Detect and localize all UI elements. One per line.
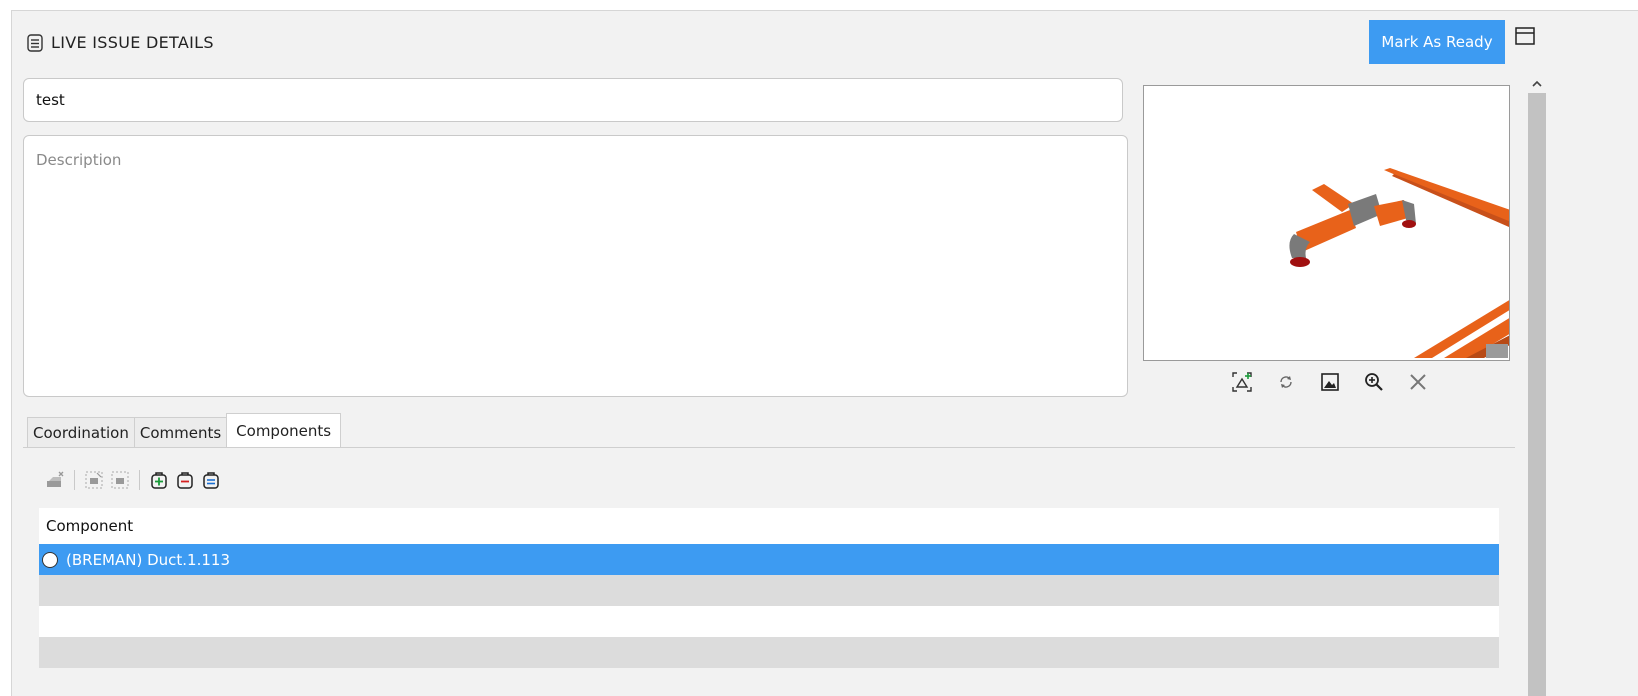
scrollbar-thumb[interactable] xyxy=(1528,93,1546,696)
components-toolbar xyxy=(45,470,221,490)
replace-component-icon[interactable] xyxy=(201,470,221,490)
image-icon[interactable] xyxy=(1319,371,1341,393)
empty-table-row xyxy=(39,637,1499,668)
viewpoint-preview-image[interactable] xyxy=(1143,85,1510,361)
table-row[interactable]: (BREMAN) Duct.1.113 xyxy=(39,544,1499,575)
tab-components[interactable]: Components xyxy=(226,413,342,448)
empty-table-row xyxy=(39,575,1499,606)
tab-coordination[interactable]: Coordination xyxy=(27,417,135,448)
toolbar-divider xyxy=(74,470,75,490)
close-icon[interactable] xyxy=(1407,371,1429,393)
components-tab-panel: Component (BREMAN) Duct.1.113 xyxy=(23,447,1515,696)
row-radio-button[interactable] xyxy=(42,551,58,568)
tab-comments[interactable]: Comments xyxy=(133,417,228,448)
toolbar-divider xyxy=(139,470,140,490)
panel-header: LIVE ISSUE DETAILS xyxy=(27,33,214,52)
remove-from-set-icon[interactable] xyxy=(175,470,195,490)
vertical-scrollbar[interactable] xyxy=(1524,71,1550,696)
issue-title-input[interactable] xyxy=(23,78,1123,122)
issue-list-icon xyxy=(27,33,43,52)
add-component-icon[interactable] xyxy=(149,470,169,490)
components-table: Component (BREMAN) Duct.1.113 xyxy=(39,508,1499,668)
isolate-component-icon[interactable] xyxy=(110,470,130,490)
zoom-in-icon[interactable] xyxy=(1363,371,1385,393)
panel-layout-icon[interactable] xyxy=(1515,27,1535,49)
column-header-component[interactable]: Component xyxy=(39,508,1499,544)
issue-description-field[interactable] xyxy=(23,135,1128,397)
live-issue-panel: LIVE ISSUE DETAILS Mark As Ready test De… xyxy=(11,10,1638,696)
mark-as-ready-button[interactable]: Mark As Ready xyxy=(1369,20,1505,64)
detail-tabs: Coordination Comments Components xyxy=(27,413,342,448)
refresh-icon[interactable] xyxy=(1275,371,1297,393)
remove-component-icon[interactable] xyxy=(45,470,65,490)
component-name: (BREMAN) Duct.1.113 xyxy=(66,550,230,569)
capture-viewpoint-icon[interactable] xyxy=(1231,371,1253,393)
empty-table-row xyxy=(39,606,1499,637)
preview-toolbar xyxy=(1231,371,1429,393)
page-title: LIVE ISSUE DETAILS xyxy=(51,33,214,52)
scroll-up-icon[interactable] xyxy=(1530,75,1544,93)
select-component-icon[interactable] xyxy=(84,470,104,490)
